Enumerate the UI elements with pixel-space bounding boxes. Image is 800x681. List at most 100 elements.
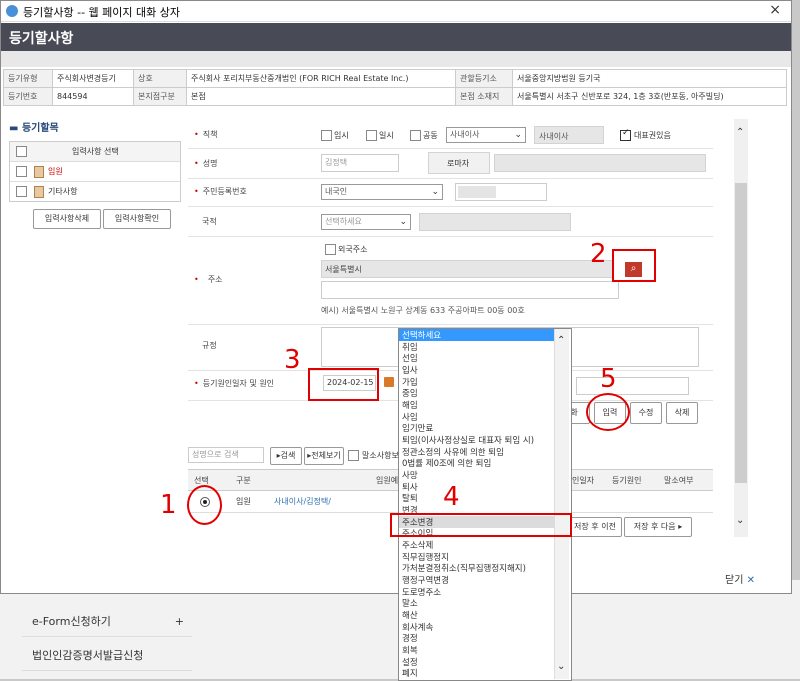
nationality-select[interactable]: 선택하세요 ⌄	[321, 214, 411, 230]
form-scrollbar[interactable]: ⌃ ⌄	[734, 119, 748, 537]
delete-items-button[interactable]: 입력사항삭제	[33, 209, 101, 229]
dropdown-option[interactable]: 선택하세요	[399, 329, 556, 341]
show-all-button[interactable]: ▸전체보기	[304, 447, 344, 465]
dropdown-option[interactable]: 경정	[402, 632, 418, 644]
info-value: 서울특별시 서초구 신반포로 324, 1층 3호(반포동, 아주빌딩)	[512, 87, 787, 106]
left-table-header: 입력사항 선택	[10, 142, 180, 162]
nationality-select-value: 선택하세요	[325, 217, 362, 226]
rep-checkbox[interactable]: ✓	[620, 128, 631, 141]
scroll-down-icon[interactable]: ⌄	[557, 661, 565, 672]
dialog-close-button[interactable]: 닫기 ✕	[725, 571, 755, 586]
dropdown-option[interactable]: 해산	[402, 609, 418, 621]
dropdown-scrollbar[interactable]: ⌃ ⌄	[554, 329, 569, 679]
confirm-items-button[interactable]: 입력사항확인	[103, 209, 171, 229]
delete-button[interactable]: 삭제	[666, 402, 698, 424]
dropdown-option[interactable]: 회복	[402, 644, 418, 656]
scroll-thumb[interactable]	[735, 183, 747, 483]
dropdown-option[interactable]: 퇴임(이사사정상실로 대표자 퇴임 시)	[402, 434, 534, 446]
search-button[interactable]: ▸검색	[270, 447, 302, 465]
show-cancelled-checkbox[interactable]	[348, 450, 359, 461]
dropdown-option[interactable]: 사임	[402, 411, 418, 423]
dropdown-option[interactable]: 임기만료	[402, 422, 433, 434]
position-label: • 직책	[194, 130, 218, 139]
info-label: 본점 소재지	[455, 87, 513, 106]
edit-button[interactable]: 수정	[630, 402, 662, 424]
scroll-down-icon[interactable]: ⌄	[736, 515, 744, 526]
dropdown-option[interactable]: 탈퇴	[402, 492, 418, 504]
name-input[interactable]: 김정택	[321, 154, 399, 172]
nationality-input[interactable]	[419, 213, 571, 231]
dropdown-option[interactable]: 0법률 제0조에 의한 퇴임	[402, 457, 491, 469]
dropdown-option[interactable]: 사망	[402, 469, 418, 481]
save-next-label: 저장 후 다음	[633, 522, 676, 531]
temp-checkbox[interactable]	[321, 130, 332, 141]
annotation-number-3: 3	[284, 345, 301, 375]
plus-icon: +	[174, 615, 184, 628]
item-checkbox[interactable]	[16, 186, 27, 197]
roman-input[interactable]	[494, 154, 706, 172]
scroll-up-icon[interactable]: ⌃	[736, 127, 744, 138]
dropdown-option[interactable]: 주소삭제	[402, 539, 433, 551]
name-search-input[interactable]: 성명으로 검색	[188, 447, 264, 463]
dialog-header: 등기할사항	[1, 23, 791, 51]
col-header: 인일자	[572, 476, 595, 485]
dropdown-option[interactable]: 중임	[402, 387, 418, 399]
rep-label: 대표권있음	[634, 131, 671, 140]
item-checkbox[interactable]	[16, 166, 27, 177]
left-item-other[interactable]: 기타사항	[10, 182, 180, 201]
info-label: 본지점구분	[133, 87, 187, 106]
position-select[interactable]: 사내이사 ⌄	[446, 127, 526, 143]
annotation-number-1: 1	[160, 490, 177, 520]
document-icon	[34, 166, 44, 178]
dropdown-option[interactable]: 퇴사	[402, 481, 418, 493]
window-close-button[interactable]: ×	[769, 2, 781, 18]
dropdown-option[interactable]: 회사계속	[402, 621, 433, 633]
cause-dropdown-list[interactable]: 선택하세요 취임 선임 입사 가입 중임 해임 사임 임기만료 퇴임(이사사정상실로 대표자 퇴임…	[398, 328, 572, 681]
calendar-icon[interactable]	[384, 377, 394, 387]
dropdown-option[interactable]: 취임	[402, 341, 418, 353]
dropdown-option[interactable]: 입사	[402, 364, 418, 376]
info-value: 주식회사 포리치부동산중개법인 (FOR RICH Real Estate In…	[186, 69, 456, 88]
dropdown-option[interactable]: 행정구역변경	[402, 574, 449, 586]
left-panel-title-text: 등기할목	[21, 123, 59, 134]
left-header-label: 입력사항 선택	[72, 147, 119, 156]
dropdown-option[interactable]: 폐지	[402, 667, 418, 679]
dropdown-option[interactable]: 정관소정의 사유에 의한 퇴임	[402, 446, 504, 458]
dropdown-option[interactable]: 해임	[402, 399, 418, 411]
info-row: 등기유형 주식회사변경등기 상호 주식회사 포리치부동산중개법인 (FOR RI…	[3, 69, 787, 88]
save-next-button[interactable]: 저장 후 다음 ▸	[624, 517, 692, 537]
select-all-checkbox[interactable]	[16, 146, 27, 157]
dropdown-option[interactable]: 가입	[402, 376, 418, 388]
chevron-down-icon: ⌄	[514, 130, 522, 140]
bg-menu-item-seal[interactable]: 법인인감증명서발급신청	[22, 642, 192, 671]
info-value: 서울중앙지방법원 등기국	[512, 69, 787, 88]
window-title: 등기할사항 -- 웹 페이지 대화 상자	[23, 6, 180, 19]
chevron-down-icon: ⌄	[399, 217, 407, 227]
dropdown-option[interactable]: 선임	[402, 352, 418, 364]
foreign-address-checkbox[interactable]	[325, 244, 336, 255]
rrn-input[interactable]	[455, 183, 547, 201]
document-icon	[34, 186, 44, 198]
address-input[interactable]: 서울특별시	[321, 260, 613, 278]
page-title: 등기할사항	[9, 31, 74, 47]
rrn-type-select[interactable]: 내국인 ⌄	[321, 184, 443, 200]
info-value: 본점	[186, 87, 456, 106]
annotation-box-3	[308, 368, 379, 401]
joint-checkbox[interactable]	[410, 130, 421, 141]
dropdown-option[interactable]: 도로명주소	[402, 586, 441, 598]
oneday-checkbox[interactable]	[366, 130, 377, 141]
left-item-label: 임원	[48, 167, 63, 176]
dropdown-option[interactable]: 말소	[402, 597, 418, 609]
scroll-up-icon[interactable]: ⌃	[557, 335, 565, 346]
dropdown-option[interactable]: 설정	[402, 656, 418, 668]
annotation-circle-1	[187, 485, 222, 525]
bg-menu-item-eform[interactable]: e-Form신청하기 +	[22, 608, 192, 637]
save-prev-button[interactable]: 저장 후 이전	[568, 517, 622, 537]
dropdown-option[interactable]: 가처분결정취소(직무집행정지해지)	[402, 562, 526, 574]
left-item-officer[interactable]: 임원	[10, 162, 180, 182]
temp-label: 임시	[334, 131, 349, 140]
cause-input[interactable]	[576, 377, 689, 395]
address-detail-input[interactable]	[321, 281, 619, 299]
name-row: • 성명 김정택 로마자	[188, 148, 713, 179]
dropdown-option[interactable]: 직무집행정지	[402, 551, 449, 563]
